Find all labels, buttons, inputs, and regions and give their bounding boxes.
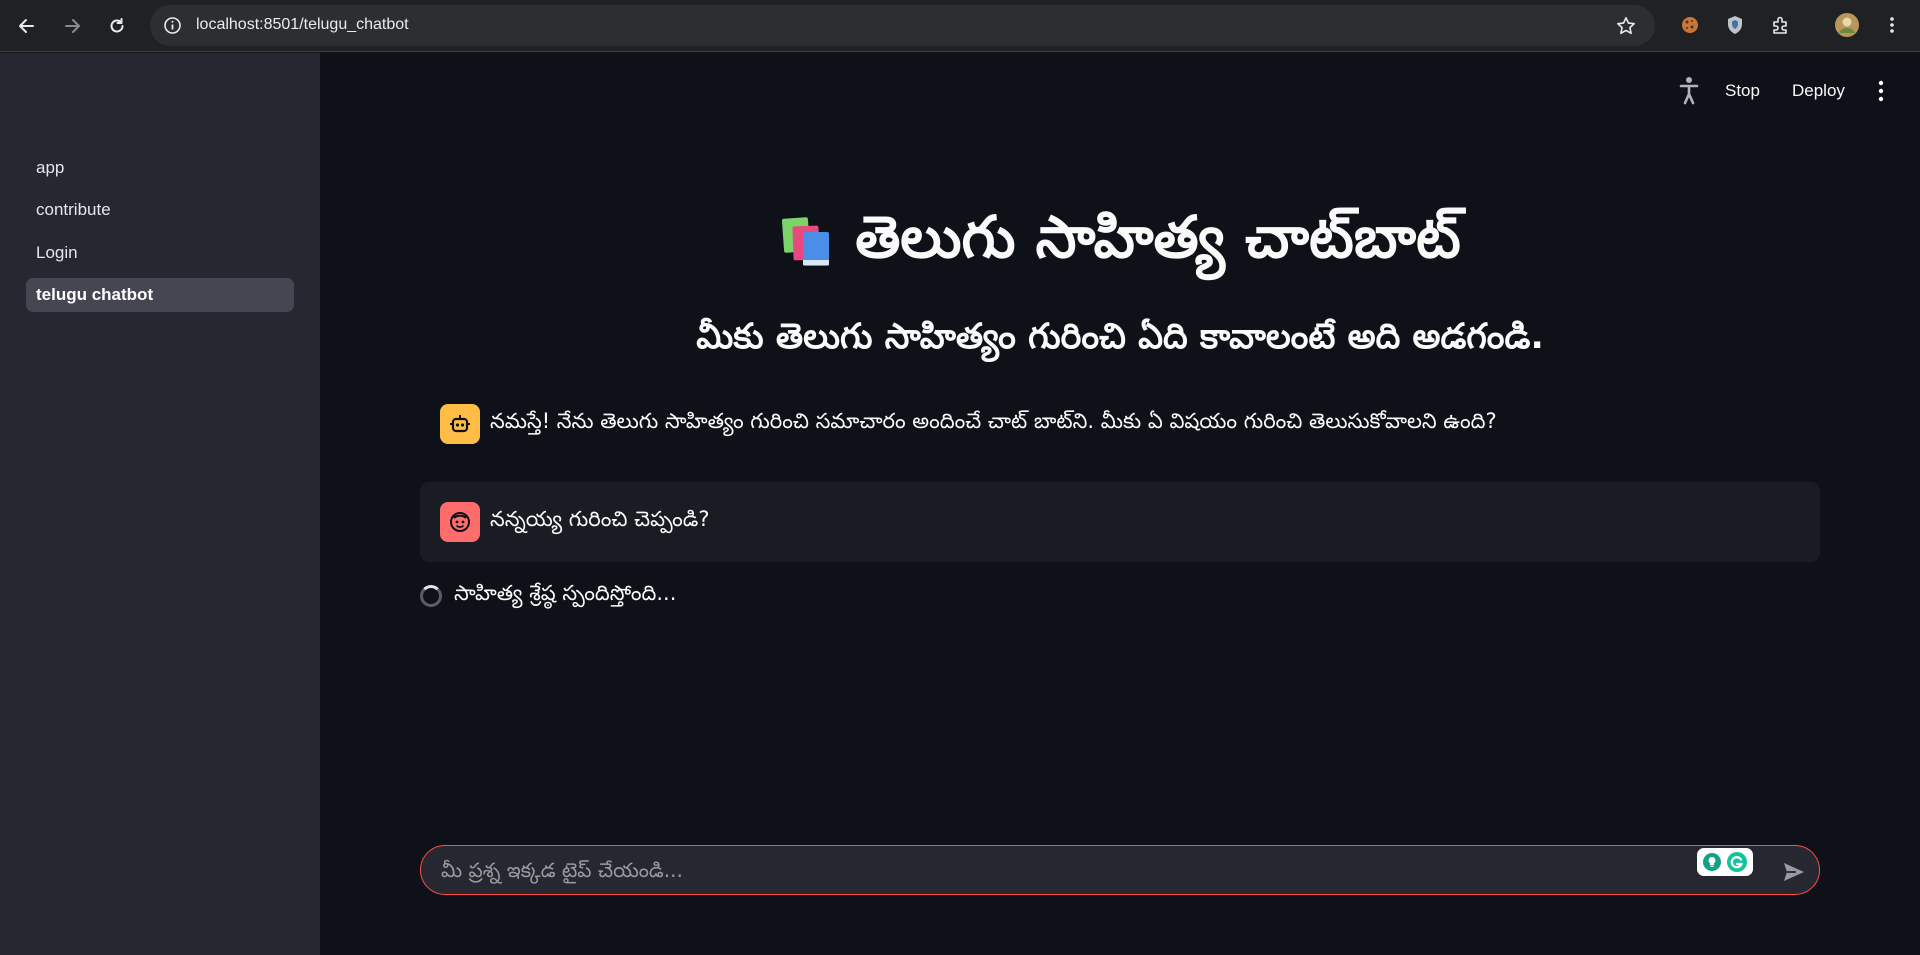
message-text: నన్నయ్య గురించి చెప్పండి? [490,507,710,531]
spinner-icon [420,585,442,607]
status-text: సాహిత్య శ్రేష్ఠ స్పందిస్తోంది... [454,581,677,605]
chat-input-container [420,845,1820,895]
reload-button[interactable] [99,8,135,44]
title-text: తెలుగు సాహిత్య చాట్‌బాట్ [855,203,1461,271]
cookie-extension-icon[interactable] [1676,11,1704,39]
user-message: నన్నయ్య గురించి చెప్పండి? [420,482,1820,562]
grammarly-icon [1727,852,1747,872]
extensions-puzzle-icon[interactable] [1767,11,1795,39]
assistant-message: నమస్తే! నేను తెలుగు సాహిత్యం గురించి సమా… [420,400,1820,448]
send-icon[interactable] [1781,859,1807,885]
browser-menu-icon[interactable] [1878,11,1906,39]
forward-arrow-icon [65,19,80,33]
sidebar-item-label: Login [36,243,78,262]
shield-extension-icon[interactable] [1721,11,1749,39]
address-bar[interactable]: localhost:8501/telugu_chatbot [150,5,1655,46]
running-person-icon [1679,77,1699,105]
sidebar-item-contribute[interactable]: contribute [26,193,294,227]
sidebar-item-login[interactable]: Login [26,236,294,270]
lightbulb-icon [1703,853,1721,871]
sidebar-item-telugu-chatbot[interactable]: telugu chatbot [26,278,294,312]
reload-icon [110,18,124,33]
forward-button[interactable] [54,8,90,44]
browser-toolbar: localhost:8501/telugu_chatbot [0,0,1920,52]
page-title: తెలుగు సాహిత్య చాట్‌బాట్ [320,203,1920,286]
sidebar-item-label: contribute [36,200,111,219]
deploy-button[interactable]: Deploy [1792,81,1845,101]
site-info-icon[interactable] [162,15,183,36]
main-content: Stop Deploy తెలుగు సాహిత్య చాట్‌బాట్ మీక… [320,53,1920,955]
books-icon [782,217,830,266]
face-icon [440,502,480,542]
stop-button[interactable]: Stop [1725,81,1760,101]
sidebar-item-label: telugu chatbot [36,285,154,304]
main-menu-icon[interactable] [1873,79,1889,103]
page-subtitle: మీకు తెలుగు సాహిత్యం గురించి ఏది కావాలంట… [696,317,1544,357]
back-arrow-icon [19,19,34,33]
robot-icon [440,404,480,444]
profile-avatar[interactable] [1833,11,1861,39]
url-text: localhost:8501/telugu_chatbot [196,16,409,33]
status-indicator: సాహిత్య శ్రేష్ఠ స్పందిస్తోంది... [420,581,676,611]
sidebar-item-label: app [36,158,65,177]
back-button[interactable] [9,8,45,44]
grammarly-widget[interactable] [1697,848,1753,876]
sidebar-item-app[interactable]: app [26,151,294,185]
bookmark-star-icon[interactable] [1615,15,1637,37]
chat-input[interactable] [441,856,1641,884]
sidebar: app contribute Login telugu chatbot [0,53,320,955]
message-text: నమస్తే! నేను తెలుగు సాహిత్యం గురించి సమా… [490,409,1497,433]
